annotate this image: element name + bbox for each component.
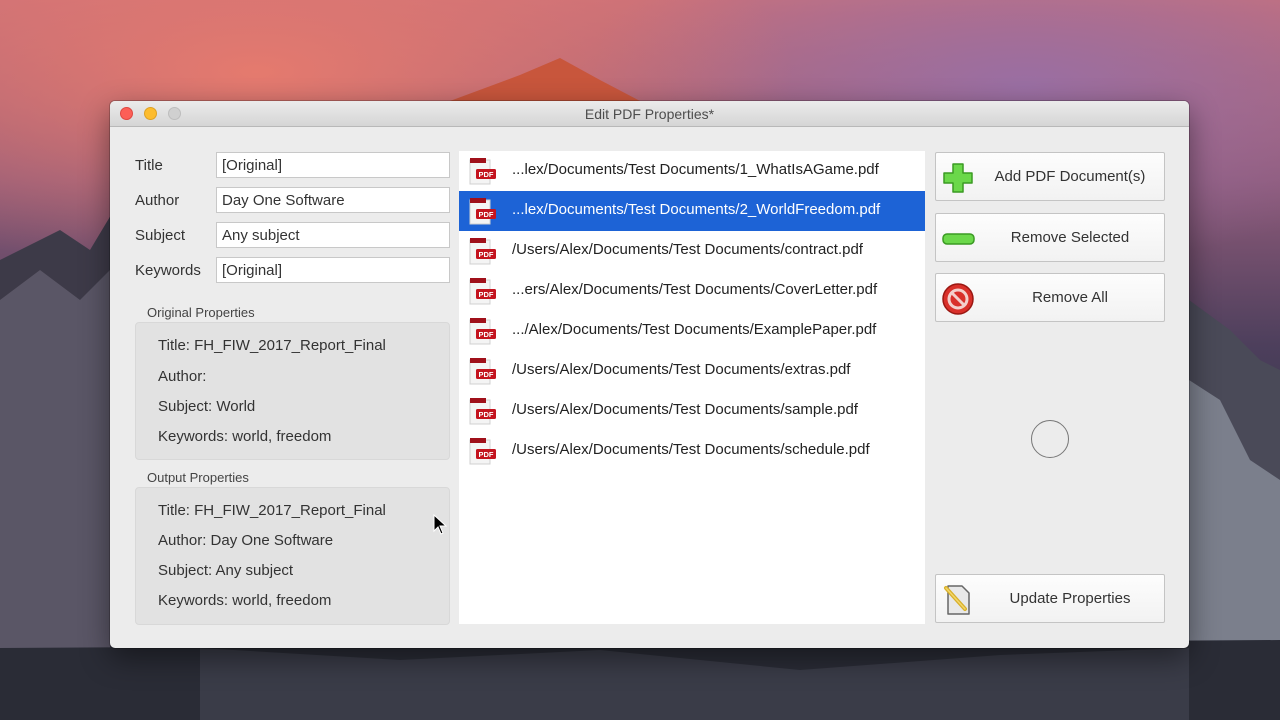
pdf-icon: PDF xyxy=(469,438,496,465)
add-pdf-documents-label: Add PDF Document(s) xyxy=(994,168,1146,185)
original-subject: Subject: World xyxy=(158,398,256,415)
original-properties-box: Title: FH_FIW_2017_Report_Final Author: … xyxy=(135,322,450,460)
edit-pdf-properties-window: Edit PDF Properties* Title Author Subjec… xyxy=(110,101,1189,648)
title-input[interactable] xyxy=(216,152,450,178)
file-list-item[interactable]: PDF ...lex/Documents/Test Documents/2_Wor… xyxy=(459,191,925,231)
svg-text:PDF: PDF xyxy=(479,450,494,459)
author-input[interactable] xyxy=(216,187,450,213)
svg-text:PDF: PDF xyxy=(479,330,494,339)
file-list-item[interactable]: PDF/Users/Alex/Documents/Test Documents/… xyxy=(459,391,925,431)
output-keywords: Keywords: world, freedom xyxy=(158,592,332,609)
edit-document-icon xyxy=(944,585,970,615)
update-properties-button[interactable]: Update Properties xyxy=(935,574,1165,623)
minus-icon xyxy=(942,233,975,245)
pdf-icon: PDF xyxy=(469,238,496,265)
file-list-item[interactable]: PDF/Users/Alex/Documents/Test Documents/… xyxy=(459,431,925,471)
file-path: ...ers/Alex/Documents/Test Documents/Cov… xyxy=(512,281,878,298)
output-title: Title: FH_FIW_2017_Report_Final xyxy=(158,502,386,519)
output-properties-heading: Output Properties xyxy=(147,470,249,485)
keywords-input[interactable] xyxy=(216,257,450,283)
pdf-icon: PDF xyxy=(469,358,496,385)
author-label: Author xyxy=(135,192,180,209)
author-field-row: Author xyxy=(135,187,450,213)
original-title: Title: FH_FIW_2017_Report_Final xyxy=(158,337,386,354)
original-keywords: Keywords: world, freedom xyxy=(158,428,332,445)
pdf-file-list[interactable]: PDF ...lex/Documents/Test Documents/1_Wha… xyxy=(459,151,925,624)
file-path: /Users/Alex/Documents/Test Documents/ext… xyxy=(512,361,851,378)
file-path: ...lex/Documents/Test Documents/1_WhatIs… xyxy=(512,161,879,178)
pdf-icon: PDF xyxy=(469,158,496,185)
file-list-item[interactable]: PDF .../Alex/Documents/Test Documents/Exa… xyxy=(459,311,925,351)
remove-all-button[interactable]: Remove All xyxy=(935,273,1165,322)
file-list-item[interactable]: PDF ...lex/Documents/Test Documents/1_Wha… xyxy=(459,151,925,191)
file-list-item[interactable]: PDF/Users/Alex/Documents/Test Documents/… xyxy=(459,231,925,271)
subject-label: Subject xyxy=(135,227,186,244)
svg-text:PDF: PDF xyxy=(479,170,494,179)
file-path: /Users/Alex/Documents/Test Documents/con… xyxy=(512,241,863,258)
mouse-pointer-icon xyxy=(433,514,447,535)
file-path: /Users/Alex/Documents/Test Documents/sch… xyxy=(512,441,870,458)
file-path: ...lex/Documents/Test Documents/2_WorldF… xyxy=(512,201,881,218)
svg-text:PDF: PDF xyxy=(479,250,494,259)
svg-text:PDF: PDF xyxy=(479,370,494,379)
output-author: Author: Day One Software xyxy=(158,532,334,549)
remove-selected-label: Remove Selected xyxy=(1010,229,1130,246)
pdf-icon: PDF xyxy=(469,318,496,345)
svg-text:PDF: PDF xyxy=(479,210,494,219)
subject-field-row: Subject xyxy=(135,222,450,248)
window-title: Edit PDF Properties* xyxy=(584,106,715,122)
title-field-row: Title xyxy=(135,152,450,178)
pdf-icon: PDF xyxy=(469,278,496,305)
file-path: .../Alex/Documents/Test Documents/Exampl… xyxy=(512,321,877,338)
file-list-item[interactable]: PDF ...ers/Alex/Documents/Test Documents/… xyxy=(459,271,925,311)
file-path: /Users/Alex/Documents/Test Documents/sam… xyxy=(512,401,858,418)
remove-selected-button[interactable]: Remove Selected xyxy=(935,213,1165,262)
update-properties-label: Update Properties xyxy=(1009,590,1131,607)
keywords-label: Keywords xyxy=(135,262,201,279)
pdf-icon: PDF xyxy=(469,398,496,425)
output-properties-box: Title: FH_FIW_2017_Report_Final Author: … xyxy=(135,487,450,625)
remove-all-label: Remove All xyxy=(1032,289,1108,306)
title-bar[interactable]: Edit PDF Properties* xyxy=(110,101,1189,127)
svg-text:PDF: PDF xyxy=(479,410,494,419)
plus-icon xyxy=(943,163,973,193)
add-pdf-documents-button[interactable]: Add PDF Document(s) xyxy=(935,152,1165,201)
svg-text:PDF: PDF xyxy=(479,290,494,299)
keywords-field-row: Keywords xyxy=(135,257,450,283)
original-properties-heading: Original Properties xyxy=(147,305,255,320)
subject-input[interactable] xyxy=(216,222,450,248)
pdf-icon: PDF xyxy=(469,198,496,225)
no-entry-icon xyxy=(942,283,974,315)
title-label: Title xyxy=(135,157,163,174)
progress-indicator xyxy=(1031,420,1069,458)
file-list-item[interactable]: PDF/Users/Alex/Documents/Test Documents/… xyxy=(459,351,925,391)
output-subject: Subject: Any subject xyxy=(158,562,294,579)
original-author: Author: xyxy=(158,368,207,385)
